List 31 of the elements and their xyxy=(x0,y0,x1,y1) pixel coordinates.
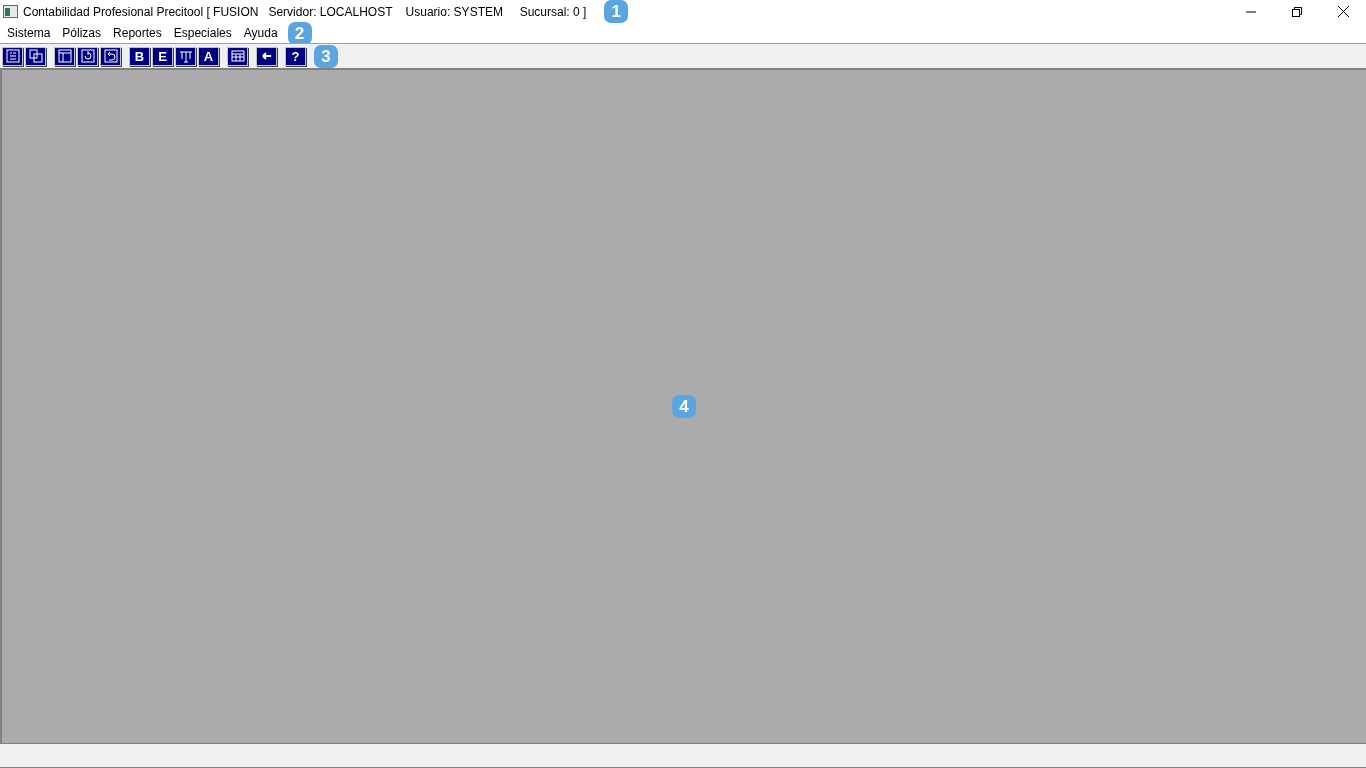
toolbar-button[interactable] xyxy=(175,46,196,66)
restore-icon xyxy=(1292,6,1302,17)
toolbar-button[interactable] xyxy=(100,46,121,66)
toolbar-button[interactable]: E xyxy=(152,46,173,66)
toolbar-button[interactable] xyxy=(25,46,46,66)
callout-badge: 3 xyxy=(314,44,338,68)
toolbar-button[interactable]: B xyxy=(129,46,150,66)
toolbar-button[interactable] xyxy=(77,46,98,66)
refresh-icon xyxy=(79,48,96,64)
list-icon xyxy=(4,48,21,64)
callout-badge: 1 xyxy=(604,0,629,23)
balance-icon xyxy=(177,48,194,64)
menu-item[interactable]: Ayuda xyxy=(237,24,284,42)
copy-icon xyxy=(27,48,44,64)
toolbar-button[interactable]: ? xyxy=(285,46,306,66)
menu-item[interactable]: Sistema xyxy=(1,24,57,42)
toolbar-button[interactable] xyxy=(54,46,75,66)
close-icon xyxy=(1337,6,1349,17)
menu-item[interactable]: Pólizas xyxy=(56,24,108,42)
toolbar-button[interactable] xyxy=(227,46,248,66)
callout-badge: 4 xyxy=(672,395,696,418)
toolbar-button[interactable]: A xyxy=(198,46,219,66)
app-icon xyxy=(3,5,18,18)
toolbar-button[interactable] xyxy=(256,46,277,66)
calculator-icon xyxy=(229,48,246,64)
layout-icon xyxy=(56,48,73,64)
toolbar-button[interactable] xyxy=(2,46,23,66)
undo-icon xyxy=(102,48,119,64)
menu-item[interactable]: Especiales xyxy=(167,24,238,42)
menu-item[interactable]: Reportes xyxy=(107,24,168,42)
window-title: Contabilidad Profesional Precitool [ FUSION Servidor: LOCALHOST Usuario: SYSTEM Sucursal: 0 ] xyxy=(23,3,587,21)
